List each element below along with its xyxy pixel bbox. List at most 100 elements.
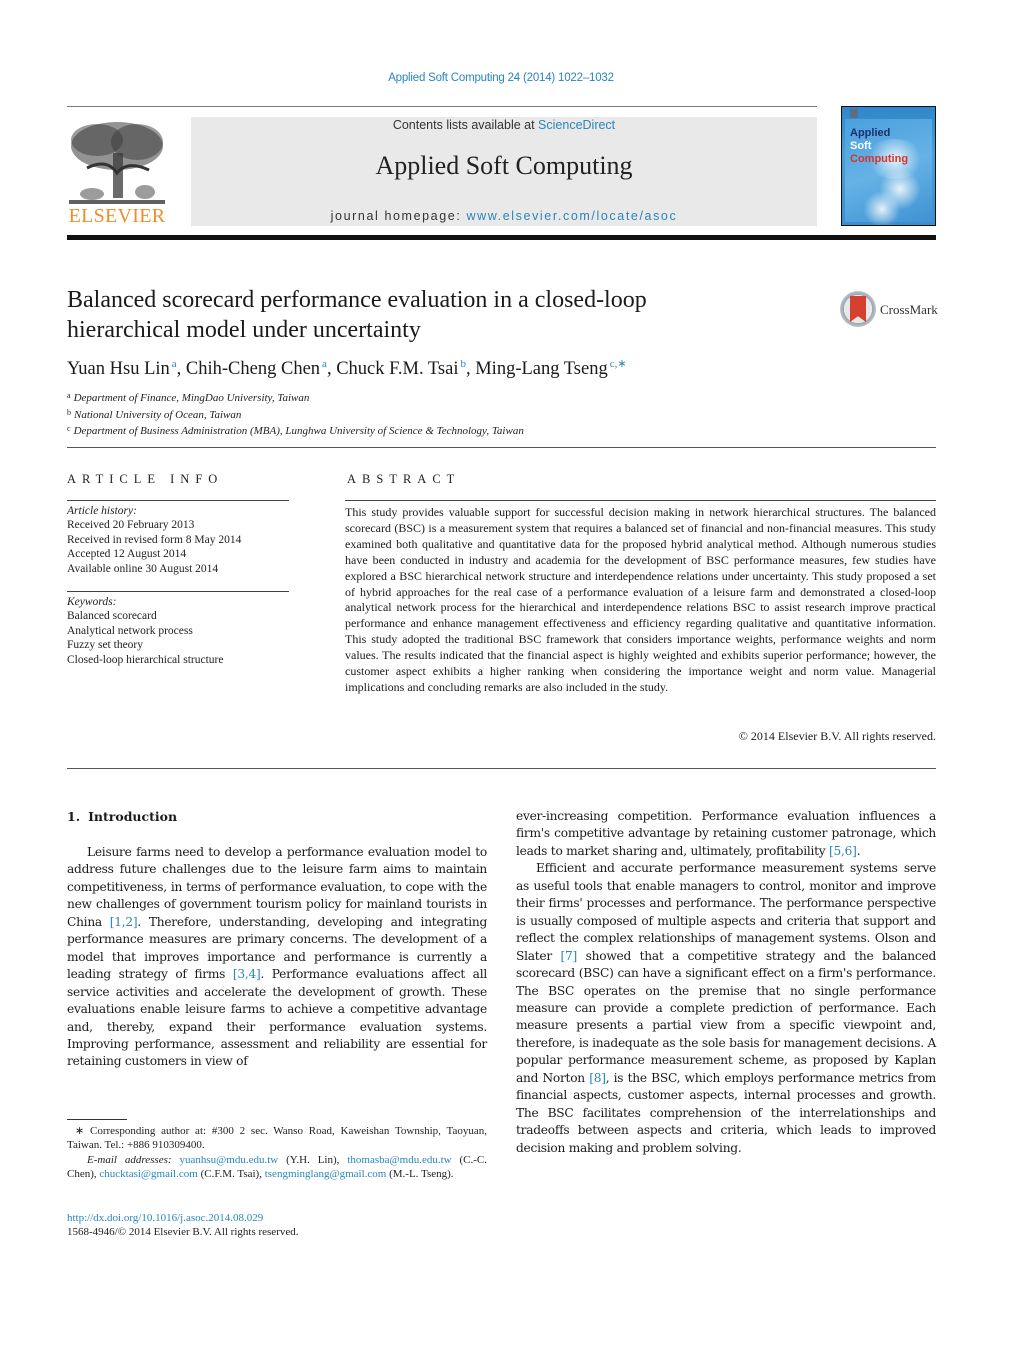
abstract-text: This study provides valuable support for…: [345, 505, 936, 694]
issn-copyright: 1568-4946/© 2014 Elsevier B.V. All right…: [67, 1226, 299, 1239]
body-column-left: Leisure farms need to develop a performa…: [67, 844, 487, 1071]
divider: [67, 500, 289, 501]
email-addresses: E-mail addresses: yuanhsu@mdu.edu.tw (Y.…: [67, 1153, 487, 1182]
paragraph: Efficient and accurate performance measu…: [516, 860, 936, 1157]
author-name[interactable]: Chih-Cheng Chen: [186, 359, 320, 379]
doi-block: http://dx.doi.org/10.1016/j.asoc.2014.08…: [67, 1211, 299, 1240]
cover-title-line1: Applied: [850, 127, 891, 139]
email-label: E-mail addresses:: [87, 1153, 172, 1166]
footnote: ∗ Corresponding author at: #300 2 sec. W…: [67, 1124, 487, 1182]
crossmark-label: CrossMark: [880, 302, 938, 317]
elsevier-logo: ELSEVIER: [67, 116, 167, 228]
homepage-line: journal homepage: www.elsevier.com/locat…: [191, 209, 817, 223]
keyword: Closed-loop hierarchical structure: [67, 653, 224, 666]
affiliation-marker: a: [67, 391, 71, 400]
divider: [345, 500, 936, 501]
journal-citation[interactable]: Applied Soft Computing 24 (2014) 1022–10…: [0, 72, 1002, 84]
keywords-label: Keywords:: [67, 596, 117, 608]
email-owner: (M.-L. Tseng).: [386, 1168, 454, 1181]
footnote-rule: [67, 1119, 127, 1120]
abstract-copyright: © 2014 Elsevier B.V. All rights reserved…: [738, 729, 936, 743]
affiliations: a Department of Finance, MingDao Universi…: [67, 389, 867, 439]
author[interactable]: Chih-Cheng Chen a: [186, 358, 327, 379]
reference-link[interactable]: [5,6]: [829, 844, 857, 858]
journal-name: Applied Soft Computing: [375, 151, 633, 180]
contents-prefix: Contents lists available at: [392, 118, 539, 132]
email-link[interactable]: chucktasi@gmail.com: [99, 1168, 197, 1180]
history-item: Received in revised form 8 May 2014: [67, 533, 242, 546]
author-list: Yuan Hsu Lin a, Chih-Cheng Chen a, Chuck F…: [67, 357, 867, 380]
header-rule: [67, 106, 817, 107]
cover-title-line3: Computing: [850, 153, 909, 165]
author[interactable]: Yuan Hsu Lin a: [67, 358, 177, 379]
cover-title: Applied Soft Computing: [850, 127, 908, 166]
sciencedirect-link[interactable]: ScienceDirect: [538, 118, 615, 132]
affiliation: c Department of Business Administration (…: [67, 422, 867, 439]
keyword: Fuzzy set theory: [67, 639, 144, 652]
author[interactable]: Chuck F.M. Tsai b: [336, 358, 466, 379]
affiliation: b National University of Ocean, Taiwan: [67, 406, 867, 423]
section-title: Introduction: [88, 809, 178, 824]
reference-link[interactable]: [3,4]: [233, 967, 261, 981]
affiliation-marker: b: [67, 407, 71, 417]
article-title-line2: hierarchical model under uncertainty: [67, 317, 421, 343]
cover-blob: [863, 191, 901, 225]
author-separator: ,: [176, 359, 186, 379]
reference-link[interactable]: [7]: [561, 949, 578, 963]
crossmark-button[interactable]: CrossMark: [840, 291, 940, 329]
cover-mini-logo-icon: [850, 109, 858, 118]
keywords: Keywords: Balanced scorecard Analytical …: [67, 595, 297, 667]
author-name[interactable]: Chuck F.M. Tsai: [336, 359, 458, 379]
homepage-link[interactable]: www.elsevier.com/locate/asoc: [466, 209, 677, 223]
article-history-label: Article history:: [67, 505, 137, 517]
paragraph: Leisure farms need to develop a performa…: [67, 844, 487, 1071]
paragraph: ever-increasing competition. Performance…: [516, 808, 936, 860]
author-name[interactable]: Yuan Hsu Lin: [67, 359, 170, 379]
text-run: Efficient and accurate performance measu…: [516, 861, 936, 963]
abstract-heading: ABSTRACT: [347, 472, 461, 486]
email-owner: (C.F.M. Tsai),: [197, 1168, 265, 1181]
history-item: Available online 30 August 2014: [67, 562, 219, 575]
email-owner: (Y.H. Lin),: [278, 1153, 348, 1166]
author-separator: ,: [326, 359, 337, 379]
author[interactable]: Ming-Lang Tseng c,∗: [475, 358, 627, 379]
section-heading-introduction: 1. Introduction: [67, 809, 177, 824]
email-link[interactable]: tsengminglang@gmail.com: [265, 1168, 387, 1180]
divider: [67, 768, 936, 769]
body-column-right: ever-increasing competition. Performance…: [516, 808, 936, 1157]
text-run: ever-increasing competition. Performance…: [516, 809, 936, 858]
affiliation-text: National University of Ocean, Taiwan: [74, 408, 242, 421]
keyword: Analytical network process: [67, 624, 193, 637]
divider: [67, 591, 289, 592]
reference-link[interactable]: [1,2]: [110, 915, 138, 929]
email-link[interactable]: thomasba@mdu.edu.tw: [347, 1154, 451, 1166]
email-link[interactable]: yuanhsu@mdu.edu.tw: [179, 1154, 278, 1166]
elsevier-tree-icon: [67, 118, 167, 208]
keyword: Balanced scorecard: [67, 610, 157, 623]
author-separator: ,: [465, 359, 476, 379]
elsevier-wordmark: ELSEVIER: [68, 205, 166, 227]
divider: [67, 447, 936, 448]
homepage-prefix: journal homepage:: [330, 209, 467, 223]
cover-title-line2: Soft: [850, 140, 872, 152]
doi-link[interactable]: http://dx.doi.org/10.1016/j.asoc.2014.08…: [67, 1212, 263, 1224]
corresponding-author-note: ∗ Corresponding author at: #300 2 sec. W…: [67, 1125, 487, 1152]
affiliation-text: Department of Business Administration (M…: [73, 425, 524, 437]
article-title-line1: Balanced scorecard performance evaluatio…: [67, 287, 647, 313]
journal-banner: Contents lists available at ScienceDirec…: [191, 117, 817, 226]
affiliation: a Department of Finance, MingDao Universi…: [67, 389, 867, 406]
section-number: 1.: [67, 809, 81, 824]
text-run: showed that a competitive strategy and t…: [516, 948, 937, 1085]
article-history: Article history: Received 20 February 20…: [67, 504, 297, 576]
history-item: Accepted 12 August 2014: [67, 548, 187, 561]
author-name[interactable]: Ming-Lang Tseng: [475, 359, 607, 379]
contents-line: Contents lists available at ScienceDirec…: [191, 118, 817, 132]
history-item: Received 20 February 2013: [67, 519, 195, 532]
reference-link[interactable]: [8]: [589, 1071, 606, 1085]
journal-cover-thumbnail[interactable]: Applied Soft Computing: [841, 106, 936, 226]
text-run: . Performance evaluations affect all ser…: [67, 967, 487, 1069]
header-thick-rule: [67, 235, 936, 240]
author-affiliation-marker[interactable]: c,∗: [610, 358, 627, 370]
article-title: Balanced scorecard performance evaluatio…: [67, 285, 787, 345]
text-run: .: [856, 843, 861, 858]
